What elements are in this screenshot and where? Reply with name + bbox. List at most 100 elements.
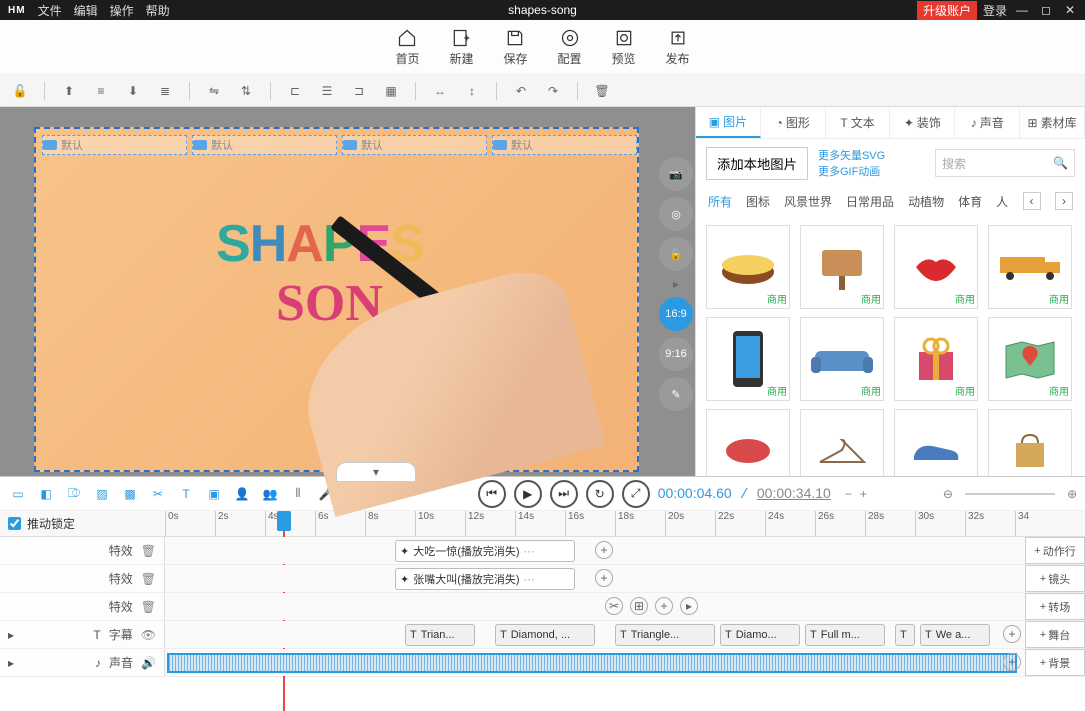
dist-v-icon[interactable]: ↕ — [460, 79, 484, 103]
menu-edit[interactable]: 编辑 — [74, 2, 98, 19]
sb-expand[interactable]: ▸ — [673, 277, 679, 291]
redo-icon[interactable]: ↷ — [541, 79, 565, 103]
delete-icon[interactable]: 🗑 — [141, 600, 156, 614]
tl-fx-icon[interactable]: ▨ — [92, 484, 112, 504]
close-button[interactable]: ✕ — [1061, 3, 1079, 17]
ruler-ticks[interactable]: 0s2s4s6s8s10s12s14s16s18s20s22s24s26s28s… — [165, 511, 1085, 536]
asset-sign[interactable]: 商用 — [800, 225, 884, 309]
visibility-icon[interactable]: 👁 — [141, 628, 156, 642]
tl-user-icon[interactable]: 👤 — [232, 484, 252, 504]
cat-sport[interactable]: 体育 — [958, 193, 982, 210]
tb-home[interactable]: 首页 — [395, 28, 419, 67]
sb-camera[interactable]: 📷 — [659, 157, 693, 191]
zoom-in[interactable]: + — [860, 487, 867, 501]
align-center-icon[interactable]: ☰ — [315, 79, 339, 103]
tab-library[interactable]: ⊞素材库 — [1020, 107, 1085, 138]
flip-v-icon[interactable]: ⇅ — [234, 79, 258, 103]
tool-c[interactable]: + — [655, 597, 673, 615]
tl-users-icon[interactable]: 👥 — [260, 484, 280, 504]
action-row-btn[interactable]: + 动作行 — [1025, 537, 1085, 564]
sub-empty[interactable]: T — [895, 624, 915, 646]
align-base-icon[interactable]: ≣ — [153, 79, 177, 103]
duration-link[interactable]: 00:00:34.10 — [757, 485, 831, 501]
asset-hanger[interactable] — [800, 409, 884, 476]
tab-image[interactable]: ▣图片 — [696, 107, 761, 138]
cat-all[interactable]: 所有 — [708, 193, 732, 210]
tl-img-icon[interactable]: ▣ — [204, 484, 224, 504]
asset-lips[interactable]: 商用 — [894, 225, 978, 309]
playhead[interactable] — [277, 511, 291, 531]
menu-file[interactable]: 文件 — [38, 2, 62, 19]
sb-16-9[interactable]: 16:9 — [659, 297, 693, 331]
scene-box-2[interactable]: 默认 — [192, 135, 337, 155]
align-left-icon[interactable]: ⊏ — [283, 79, 307, 103]
bg-row-btn[interactable]: + 背景 — [1025, 649, 1085, 676]
link-svg[interactable]: 更多矢量SVG — [818, 147, 885, 163]
play-loop[interactable]: ↻ — [586, 480, 614, 508]
tl-crop-icon[interactable]: ⎄ — [64, 484, 84, 504]
scene-box-1[interactable]: 默认 — [42, 135, 187, 155]
maximize-button[interactable]: ◻ — [1037, 3, 1055, 17]
asset-shoe[interactable] — [894, 409, 978, 476]
scene-box-4[interactable]: 默认 — [492, 135, 637, 155]
align-bot-icon[interactable]: ⬇ — [121, 79, 145, 103]
sub-clip[interactable]: TTrian... — [405, 624, 475, 646]
tab-text[interactable]: T文本 — [826, 107, 891, 138]
tl-eq-icon[interactable]: ⫴ — [288, 484, 308, 504]
cat-scenery[interactable]: 风景世界 — [784, 193, 832, 210]
play-play[interactable]: ▶ — [514, 480, 542, 508]
tb-config[interactable]: 配置 — [558, 28, 582, 67]
asset-search[interactable]: 搜索🔍 — [935, 149, 1075, 177]
menu-action[interactable]: 操作 — [110, 2, 134, 19]
lock-icon[interactable]: 🔓 — [8, 79, 32, 103]
tl-rec-icon[interactable]: ▭ — [8, 484, 28, 504]
dist-h-icon[interactable]: ↔ — [428, 79, 452, 103]
tab-decor[interactable]: ✦装饰 — [890, 107, 955, 138]
fx-clip[interactable]: ✦大吃一惊(播放完消失)⋯ — [395, 540, 575, 562]
login-button[interactable]: 登录 — [983, 2, 1007, 19]
cat-next[interactable]: › — [1055, 192, 1073, 210]
minimize-button[interactable]: — — [1013, 3, 1031, 17]
align-right-icon[interactable]: ⊐ — [347, 79, 371, 103]
cat-plant[interactable]: 动植物 — [908, 193, 944, 210]
canvas-bottom-tab[interactable]: ▾ — [336, 462, 416, 482]
sub-clip[interactable]: TDiamond, ... — [495, 624, 595, 646]
sub-clip[interactable]: TDiamo... — [720, 624, 800, 646]
play-next[interactable]: ⏭ — [550, 480, 578, 508]
trash-icon[interactable]: 🗑 — [590, 79, 614, 103]
sub-clip[interactable]: TFull m... — [805, 624, 885, 646]
tb-publish[interactable]: 发布 — [666, 28, 690, 67]
sub-clip[interactable]: TWe a... — [920, 624, 990, 646]
align-mid-icon[interactable]: ≡ — [89, 79, 113, 103]
sb-9-16[interactable]: 9:16 — [659, 337, 693, 371]
add-sub[interactable]: + — [1003, 625, 1021, 643]
cat-daily[interactable]: 日常用品 — [846, 193, 894, 210]
asset-bag[interactable] — [988, 409, 1072, 476]
upgrade-button[interactable]: 升级账户 — [917, 1, 977, 20]
speaker-icon[interactable]: 🔊 — [141, 656, 156, 670]
flip-h-icon[interactable]: ⇋ — [202, 79, 226, 103]
sb-target[interactable]: ◎ — [659, 197, 693, 231]
asset-gift[interactable]: 商用 — [894, 317, 978, 401]
tl-text-icon[interactable]: T — [176, 484, 196, 504]
tool-a[interactable]: ✂ — [605, 597, 623, 615]
cat-icon[interactable]: 图标 — [746, 193, 770, 210]
play-full[interactable]: ⤢ — [622, 480, 650, 508]
link-gif[interactable]: 更多GIF动画 — [818, 163, 885, 179]
add-local-button[interactable]: 添加本地图片 — [706, 147, 808, 180]
align-just-icon[interactable]: ▦ — [379, 79, 403, 103]
sb-unlock[interactable]: 🔓 — [659, 237, 693, 271]
undo-icon[interactable]: ↶ — [509, 79, 533, 103]
add-clip[interactable]: + — [595, 569, 613, 587]
camera-row-btn[interactable]: + 镜头 — [1025, 565, 1085, 592]
expand-icon[interactable]: ▸ — [8, 656, 14, 670]
tb-save[interactable]: 保存 — [503, 28, 527, 67]
cat-prev[interactable]: ‹ — [1023, 192, 1041, 210]
audio-clip[interactable] — [167, 653, 1017, 673]
tl-fx2-icon[interactable]: ▩ — [120, 484, 140, 504]
canvas-area[interactable]: 默认 默认 默认 默认 SHAPES SON ▾ 📷 ◎ 🔓 ▸ 16:9 9:… — [0, 107, 695, 476]
tab-shape[interactable]: ◔图形 — [761, 107, 826, 138]
stage-row-btn[interactable]: + 舞台 — [1025, 621, 1085, 648]
tb-preview[interactable]: 预览 — [612, 28, 636, 67]
asset-map[interactable]: 商用 — [988, 317, 1072, 401]
